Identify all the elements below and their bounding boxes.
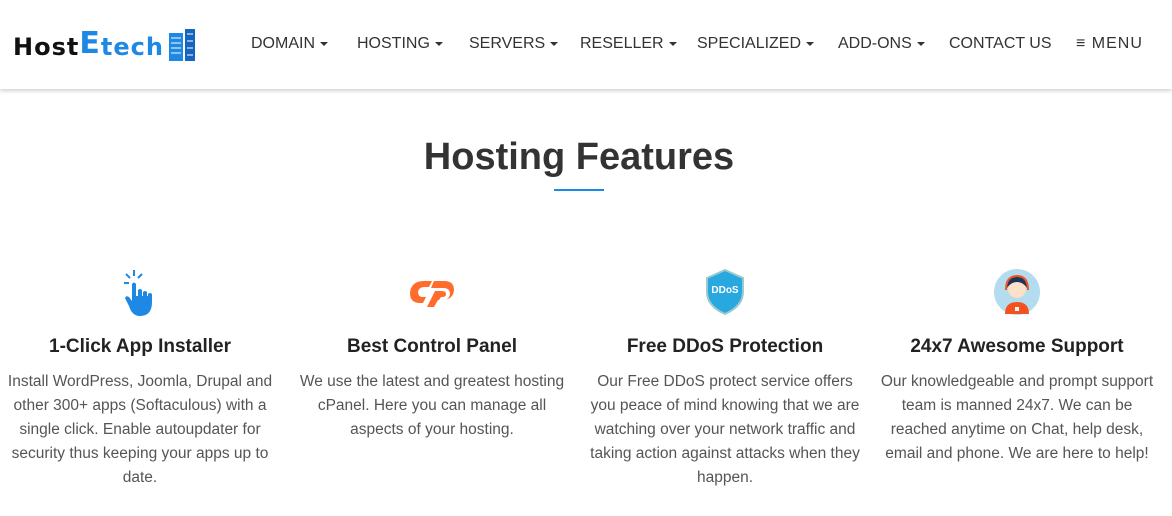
nav-contact-us[interactable]: CONTACT US bbox=[949, 35, 1052, 53]
header: Host Etech DOMAIN HOSTING SERVERS RESELLE… bbox=[0, 0, 1172, 89]
menu-label: MENU bbox=[1091, 35, 1143, 52]
feature-card: 1-Click App Installer Install WordPress,… bbox=[0, 266, 280, 490]
main-nav: DOMAIN HOSTING SERVERS RESELLER SPECIALI… bbox=[0, 35, 1172, 55]
caret-down-icon bbox=[320, 41, 328, 46]
nav-label: HOSTING bbox=[357, 35, 430, 52]
nav-label: SERVERS bbox=[469, 35, 546, 52]
click-hand-icon bbox=[124, 270, 152, 316]
feature-card: 24x7 Awesome Support Our knowledgeable a… bbox=[877, 266, 1157, 466]
nav-hosting[interactable]: HOSTING bbox=[357, 35, 443, 53]
feature-card: Best Control Panel We use the latest and… bbox=[292, 266, 572, 442]
hamburger-icon: ≡ bbox=[1076, 35, 1087, 52]
ddos-shield-icon: DDoS bbox=[706, 268, 744, 316]
caret-down-icon bbox=[916, 41, 925, 46]
feature-title: 24x7 Awesome Support bbox=[910, 336, 1124, 357]
nav-add-ons[interactable]: ADD-ONS bbox=[838, 35, 925, 53]
nav-label: ADD-ONS bbox=[838, 35, 912, 52]
nav-domain[interactable]: DOMAIN bbox=[251, 35, 328, 53]
feature-text: Our Free DDoS protect service offers you… bbox=[590, 373, 860, 486]
feature-card: DDoS Free DDoS Protection Our Free DDoS … bbox=[585, 266, 865, 490]
caret-down-icon bbox=[550, 41, 559, 46]
caret-down-icon bbox=[434, 41, 443, 46]
nav-label: SPECIALIZED bbox=[697, 35, 802, 52]
nav-reseller[interactable]: RESELLER bbox=[580, 35, 677, 53]
cpanel-icon bbox=[410, 281, 454, 307]
feature-text: Install WordPress, Joomla, Drupal and ot… bbox=[7, 373, 273, 486]
feature-text: We use the latest and greatest hosting c… bbox=[299, 373, 565, 438]
feature-title: 1-Click App Installer bbox=[49, 336, 231, 357]
nav-label: RESELLER bbox=[580, 35, 664, 52]
nav-servers[interactable]: SERVERS bbox=[469, 35, 559, 53]
ddos-badge-text: DDoS bbox=[711, 285, 739, 296]
nav-specialized[interactable]: SPECIALIZED bbox=[697, 35, 815, 53]
menu-button[interactable]: ≡ MENU bbox=[1076, 35, 1143, 53]
title-underline bbox=[554, 189, 604, 191]
feature-title: Best Control Panel bbox=[347, 336, 517, 357]
caret-down-icon bbox=[668, 41, 677, 46]
caret-down-icon bbox=[806, 41, 815, 46]
nav-label: DOMAIN bbox=[251, 35, 315, 52]
feature-text: Our knowledgeable and prompt support tea… bbox=[880, 373, 1154, 462]
support-agent-icon bbox=[994, 269, 1040, 315]
page-title: Hosting Features bbox=[423, 136, 735, 178]
feature-title: Free DDoS Protection bbox=[626, 336, 824, 357]
